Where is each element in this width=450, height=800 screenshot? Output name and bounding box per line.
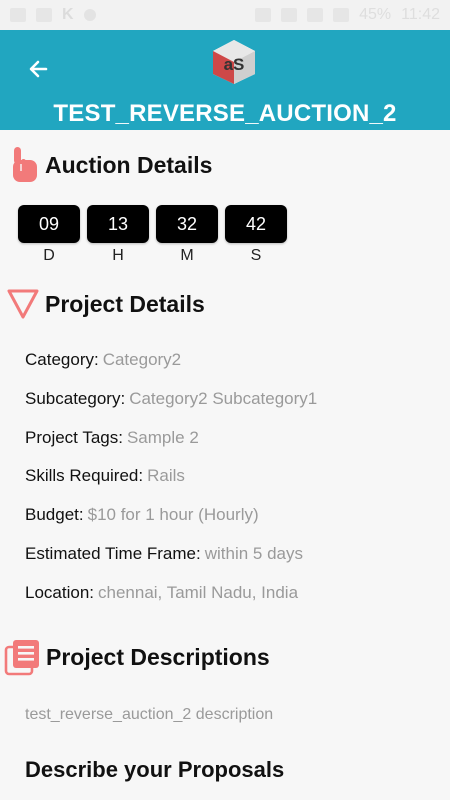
detail-label: Budget:	[25, 505, 84, 525]
detail-value: Sample 2	[126, 427, 199, 447]
vibrate-icon	[255, 8, 272, 22]
project-description-text: test_reverse_auction_2 description	[25, 706, 274, 723]
app-bar: aS TEST_REVERSE_AUCTION_2	[0, 30, 450, 130]
timer-minutes: 32 M	[156, 205, 218, 265]
detail-label: Skills Required:	[25, 466, 144, 486]
hand-pointer-icon	[13, 147, 37, 182]
project-details-list: Category: Category2 Subcategory: Category2…	[25, 350, 317, 622]
logo-text: aS	[224, 55, 245, 74]
describe-proposals-title: Describe your Proposals	[25, 757, 285, 782]
project-descriptions-header: Project Descriptions	[4, 638, 270, 676]
detail-value: Category2	[102, 350, 182, 369]
timer-value: 32	[156, 205, 218, 243]
detail-value: $10 for 1 hour (Hourly)	[87, 505, 259, 525]
timer-value: 13	[87, 205, 149, 243]
countdown-timer: 09 D 13 H 32 M 42 S	[18, 205, 287, 265]
timer-label: D	[43, 247, 55, 264]
back-arrow-icon[interactable]	[24, 54, 54, 84]
detail-value: chennai, Tamil Nadu, India	[98, 582, 299, 602]
project-descriptions-title: Project Descriptions	[46, 643, 270, 670]
detail-label: Project Tags:	[25, 427, 123, 447]
timer-label: H	[112, 247, 124, 264]
detail-row: Skills Required: Rails	[25, 466, 317, 505]
detail-value: Rails	[147, 466, 185, 486]
detail-value: Category2 Subcategory1	[129, 388, 318, 408]
message-icon	[36, 8, 52, 22]
clock: 11:42	[401, 6, 440, 23]
status-bar: K 45% 11:42	[0, 0, 450, 30]
page-title: TEST_REVERSE_AUCTION_2	[53, 100, 397, 127]
wifi-icon	[281, 8, 298, 22]
detail-row: Project Tags: Sample 2	[25, 428, 317, 467]
app-dot-icon	[83, 9, 96, 21]
auction-details-header: Auction Details	[8, 145, 212, 185]
app-logo: aS	[213, 40, 255, 84]
project-details-title: Project Details	[45, 290, 205, 317]
detail-label: Location:	[25, 582, 94, 602]
detail-row: Category: Category2	[25, 350, 317, 389]
project-details-header: Project Details	[6, 287, 205, 321]
timer-label: S	[250, 247, 262, 264]
timer-label: M	[180, 247, 194, 264]
timer-value: 09	[18, 205, 80, 243]
detail-label: Estimated Time Frame:	[25, 543, 201, 563]
battery-percent: 45%	[359, 6, 392, 23]
auction-details-title: Auction Details	[45, 151, 213, 178]
detail-row: Estimated Time Frame: within 5 days	[25, 544, 317, 583]
battery-icon	[333, 8, 350, 22]
document-list-icon	[4, 640, 39, 676]
k-app-icon: K	[62, 6, 74, 23]
detail-label: Subcategory:	[25, 388, 126, 408]
detail-row: Location: chennai, Tamil Nadu, India	[25, 583, 317, 622]
detail-value: within 5 days	[204, 543, 303, 563]
detail-row: Subcategory: Category2 Subcategory1	[25, 389, 317, 428]
timer-days: 09 D	[18, 205, 80, 265]
timer-hours: 13 H	[87, 205, 149, 265]
timer-seconds: 42 S	[225, 205, 287, 265]
signal-icon	[307, 8, 324, 22]
timer-value: 42	[225, 205, 287, 243]
detail-row: Budget: $10 for 1 hour (Hourly)	[25, 505, 317, 544]
notification-icon	[10, 8, 26, 22]
triangle-down-icon	[7, 289, 39, 319]
detail-label: Category:	[25, 350, 99, 369]
